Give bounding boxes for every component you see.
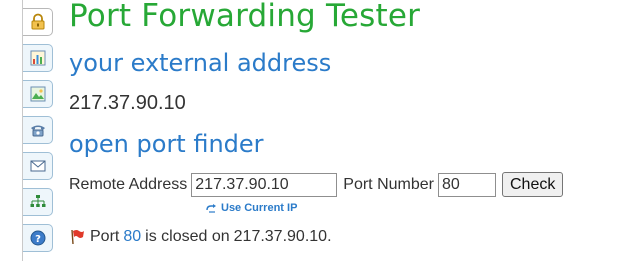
remote-address-input[interactable] xyxy=(191,172,338,197)
svg-text:?: ? xyxy=(35,234,41,245)
port-check-form: Remote Address Port Number Check xyxy=(69,172,564,197)
page-title: Port Forwarding Tester xyxy=(69,0,421,34)
result-middle: is closed on xyxy=(145,228,230,245)
tab-help[interactable]: ? xyxy=(23,224,53,252)
result-prefix: Port xyxy=(90,228,120,245)
image-icon xyxy=(30,86,45,102)
use-current-ip-label: Use Current IP xyxy=(221,202,298,214)
phone-icon xyxy=(30,125,45,137)
result-port-link[interactable]: 80 xyxy=(123,228,141,246)
tab-phone[interactable] xyxy=(23,116,53,144)
external-address-heading: your external address xyxy=(69,49,332,77)
tab-image[interactable] xyxy=(23,80,53,108)
mail-icon xyxy=(30,160,45,172)
check-result: Port 80 is closed on 217.37.90.10. xyxy=(69,228,332,246)
port-number-label: Port Number xyxy=(343,175,434,193)
tab-chart[interactable] xyxy=(23,44,53,72)
use-current-ip-link[interactable]: Use Current IP xyxy=(206,202,297,214)
port-finder-heading: open port finder xyxy=(69,130,264,158)
check-button[interactable]: Check xyxy=(501,172,564,197)
refresh-icon xyxy=(206,203,216,213)
result-ip: 217.37.90.10. xyxy=(233,228,332,245)
help-icon: ? xyxy=(30,230,45,246)
remote-address-label: Remote Address xyxy=(69,175,188,193)
app-window: ? Port Forwarding Tester your external a… xyxy=(0,0,637,261)
red-flag-icon xyxy=(71,229,84,245)
network-icon xyxy=(30,195,45,207)
port-number-input[interactable] xyxy=(437,172,496,197)
chart-icon xyxy=(30,50,45,66)
tab-lock[interactable] xyxy=(23,8,53,36)
lock-icon xyxy=(31,13,44,30)
external-ip-value: 217.37.90.10 xyxy=(69,92,186,114)
tab-mail[interactable] xyxy=(23,152,53,180)
tab-network[interactable] xyxy=(23,188,53,216)
sidebar-tabs: ? xyxy=(22,0,57,261)
